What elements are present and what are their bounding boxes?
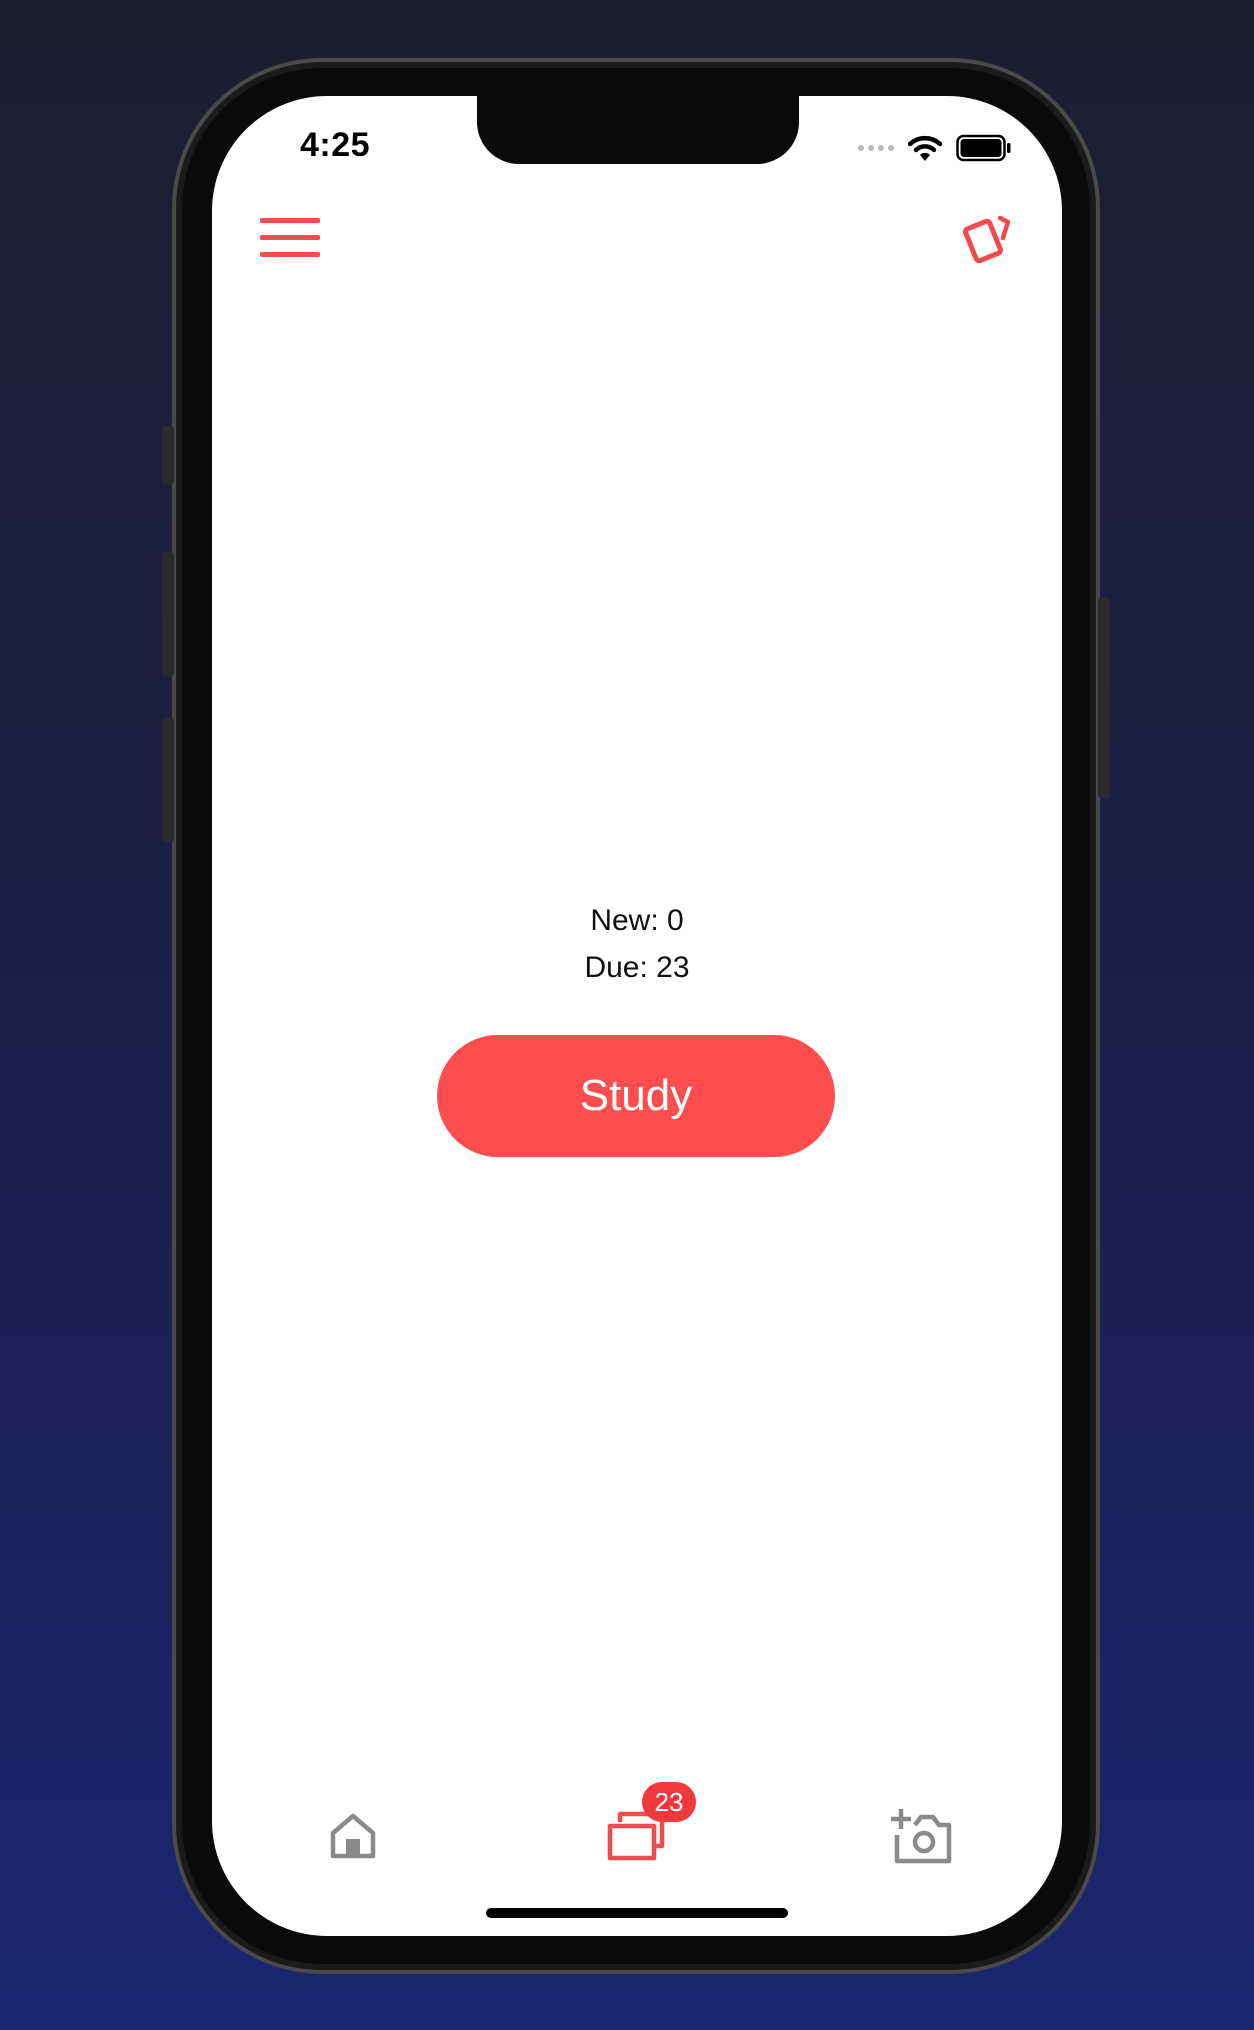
due-count-label: Due: 23 (584, 951, 690, 984)
side-button-volume-up (162, 552, 174, 676)
add-photo-icon (891, 1809, 952, 1864)
cards-icon (962, 215, 1011, 264)
app-screen: 4:25 New: 0 Due: 23 Study 23 (212, 96, 1062, 1936)
home-icon (330, 1813, 376, 1859)
status-time: 4:25 (300, 126, 371, 164)
new-count-label: New: 0 (590, 904, 684, 937)
battery-icon (956, 134, 1011, 162)
menu-button[interactable] (260, 212, 324, 268)
tab-home[interactable] (313, 1796, 393, 1876)
home-indicator (486, 1908, 788, 1918)
study-button[interactable]: Study (437, 1035, 835, 1157)
side-button-power (1098, 598, 1110, 798)
tab-add-photo[interactable] (882, 1796, 962, 1876)
wifi-icon (908, 135, 942, 161)
status-icons (858, 128, 1012, 168)
side-button-mute (162, 426, 174, 484)
cards-badge: 23 (642, 1782, 696, 1822)
cards-icon-button[interactable] (960, 208, 1020, 268)
notch (477, 96, 799, 164)
cellular-signal-icon (858, 145, 894, 151)
side-button-volume-down (162, 718, 174, 842)
